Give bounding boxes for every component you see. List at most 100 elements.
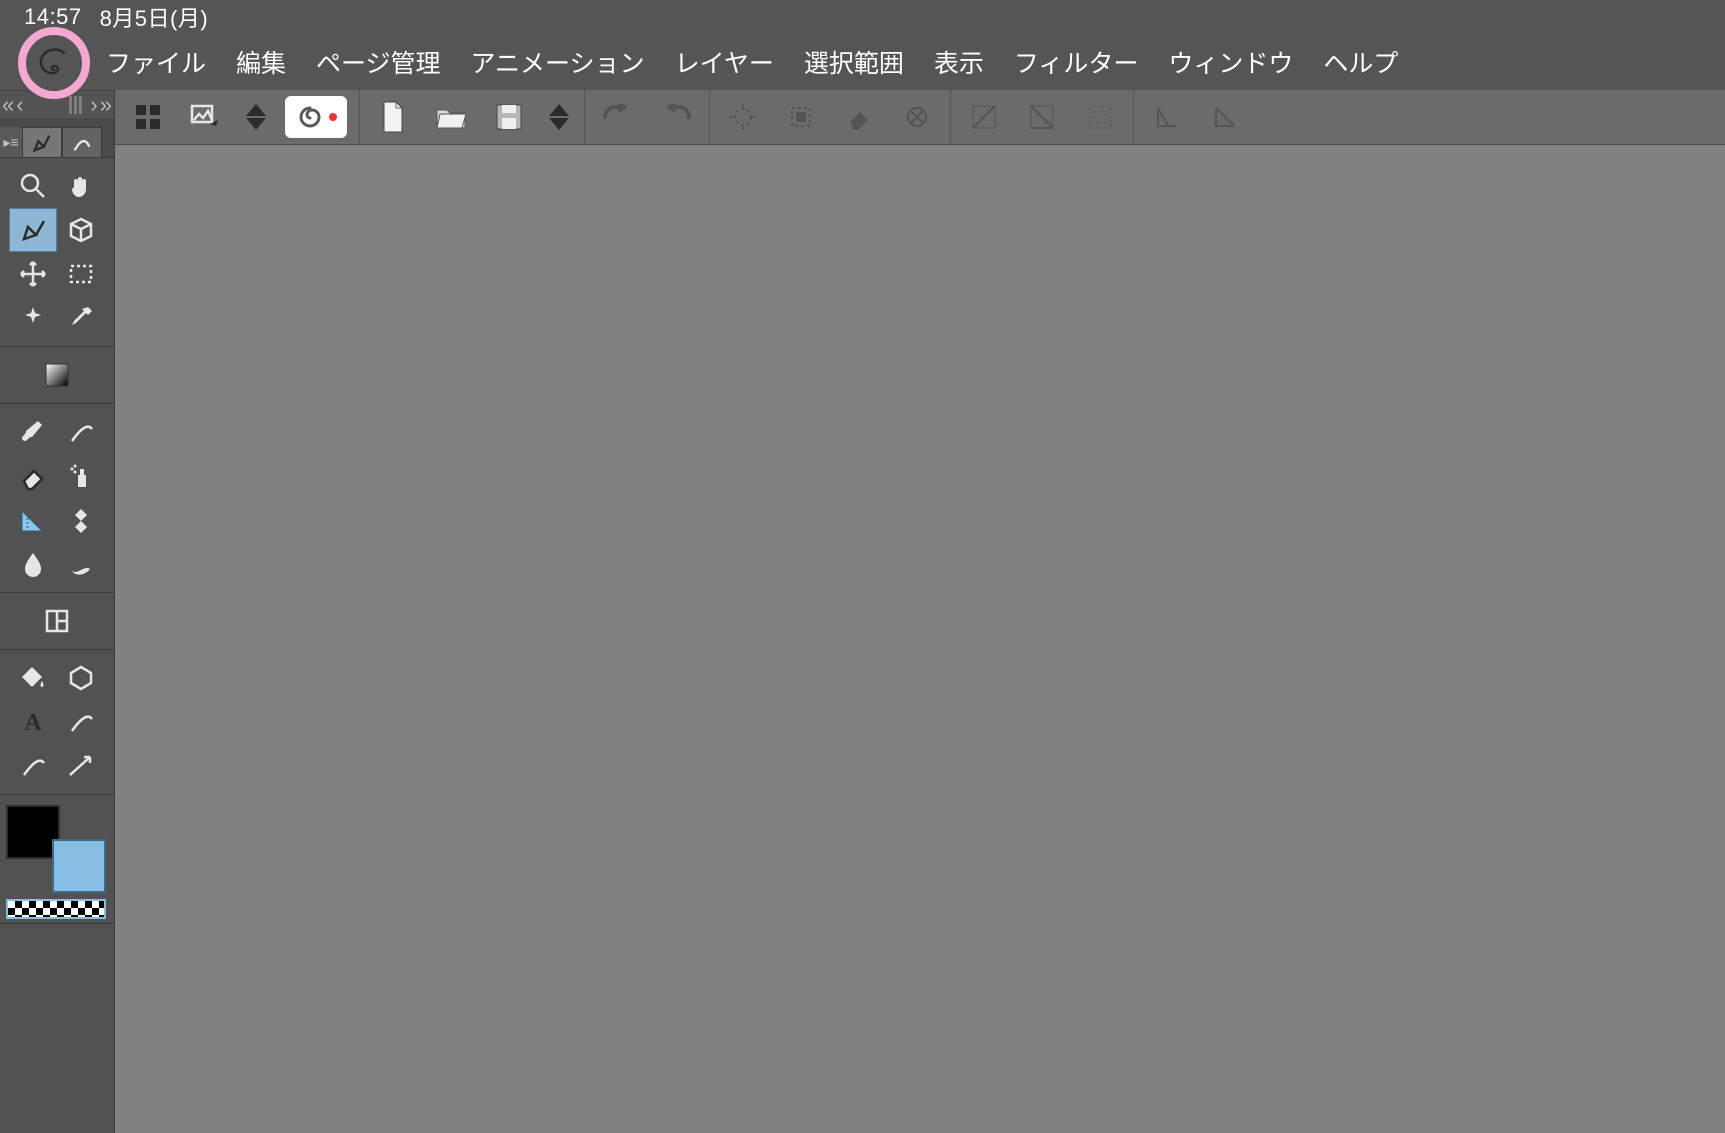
quick-share-button[interactable]	[185, 96, 227, 138]
blend-tool[interactable]	[57, 542, 105, 586]
hand-tool[interactable]	[57, 164, 105, 208]
redo-button[interactable]	[655, 96, 697, 138]
text-tool[interactable]: A	[9, 700, 57, 744]
menu-animation[interactable]: アニメーション	[471, 44, 645, 80]
pen-tool[interactable]	[9, 208, 57, 252]
zoom-tool[interactable]	[9, 164, 57, 208]
menu-help[interactable]: ヘルプ	[1323, 44, 1398, 80]
collapse-left-icon[interactable]: «	[2, 94, 14, 116]
deselect-button[interactable]	[722, 96, 764, 138]
status-date: 8月5日(月)	[100, 1, 209, 33]
menu-file[interactable]: ファイル	[106, 44, 206, 80]
grid-icon	[1085, 102, 1115, 132]
chevron-up-icon	[246, 104, 266, 116]
canvas-area[interactable]	[115, 145, 1725, 1133]
wand-sparkle-icon	[18, 303, 48, 333]
eraser-icon	[18, 461, 48, 491]
move-tool[interactable]	[9, 252, 57, 296]
levels-button[interactable]	[1021, 96, 1063, 138]
blur-tool[interactable]	[9, 542, 57, 586]
snap-border-button[interactable]	[1146, 96, 1188, 138]
brush-tool[interactable]	[9, 410, 57, 454]
app-logo-icon[interactable]	[34, 43, 74, 83]
snap-border-icon	[1152, 102, 1182, 132]
fill-tool[interactable]	[9, 656, 57, 700]
ruler-triangle-icon	[18, 505, 48, 535]
collapse-right-single-icon[interactable]: ›	[90, 94, 97, 116]
gradient-swatch[interactable]	[33, 353, 81, 397]
save-button[interactable]	[488, 96, 530, 138]
command-toolbar	[115, 90, 1725, 145]
spray-icon	[66, 461, 96, 491]
tool-block-gradient	[0, 347, 114, 404]
shape-tool[interactable]	[57, 656, 105, 700]
menu-window[interactable]: ウィンドウ	[1168, 44, 1293, 80]
balloon-tail-tool[interactable]	[57, 700, 105, 744]
stream-line-tool[interactable]	[57, 744, 105, 788]
clear-button[interactable]	[838, 96, 880, 138]
menu-view[interactable]: 表示	[934, 44, 984, 80]
snap-angle-icon	[1210, 102, 1240, 132]
chevron-up-icon	[549, 104, 569, 116]
save-stepper[interactable]	[546, 104, 572, 130]
four-squares-icon	[133, 102, 163, 132]
new-file-icon	[378, 100, 408, 134]
tail-brush-tool[interactable]	[57, 410, 105, 454]
marquee-tool[interactable]	[57, 252, 105, 296]
tool-tab-pen[interactable]	[22, 127, 62, 157]
new-file-button[interactable]	[372, 96, 414, 138]
airbrush-tool[interactable]	[57, 454, 105, 498]
saturated-line-tool[interactable]	[9, 744, 57, 788]
background-color-swatch[interactable]	[52, 839, 106, 893]
magic-wand-tool[interactable]	[9, 296, 57, 340]
clip-record-button[interactable]	[285, 96, 347, 138]
record-dot-icon	[329, 113, 337, 121]
object-3d-tool[interactable]	[57, 208, 105, 252]
menu-edit[interactable]: 編集	[236, 44, 286, 80]
undo-button[interactable]	[597, 96, 639, 138]
pen-nib-icon	[18, 215, 48, 245]
tab-menu-icon[interactable]: ▸≡	[0, 127, 22, 157]
grid-button[interactable]	[1079, 96, 1121, 138]
undo-icon	[601, 104, 635, 130]
canvas-size-stepper[interactable]	[243, 104, 269, 130]
menu-selection[interactable]: 選択範囲	[804, 44, 904, 80]
arrow-guide-icon	[66, 751, 96, 781]
tool-block-figure: A	[0, 650, 114, 795]
panel-frame-tool[interactable]	[33, 599, 81, 643]
snap-angle-button[interactable]	[1204, 96, 1246, 138]
brush-icon	[18, 417, 48, 447]
pattern-tool[interactable]	[57, 498, 105, 542]
collapse-right-icon[interactable]: »	[100, 94, 112, 116]
menu-page[interactable]: ページ管理	[316, 44, 441, 80]
crop-select-icon	[786, 102, 816, 132]
move-arrows-icon	[18, 259, 48, 289]
chevron-down-icon	[549, 118, 569, 130]
smudge-icon	[66, 549, 96, 579]
svg-text:A: A	[24, 710, 42, 736]
eyedropper-tool[interactable]	[57, 296, 105, 340]
diamond-grid-icon	[66, 505, 96, 535]
menu-layer[interactable]: レイヤー	[675, 44, 774, 80]
transparent-color-swatch[interactable]	[6, 899, 106, 919]
fill-selection-button[interactable]	[896, 96, 938, 138]
status-time: 14:57	[24, 4, 82, 30]
menu-filter[interactable]: フィルター	[1014, 44, 1139, 80]
curve-tail-icon	[66, 707, 96, 737]
spiral-icon	[295, 102, 325, 132]
menu-bar: ファイル 編集 ページ管理 アニメーション レイヤー 選択範囲 表示 フィルター…	[0, 33, 1725, 90]
clip-studio-start-button[interactable]	[127, 96, 169, 138]
chevron-down-icon	[246, 118, 266, 130]
deselect-icon	[728, 102, 758, 132]
tool-tab-curve[interactable]	[62, 127, 102, 157]
tool-tab-strip: ▸≡	[0, 120, 114, 158]
left-sidebar: « ‹ › » ▸≡	[0, 90, 115, 1133]
dashed-rect-icon	[66, 259, 96, 289]
open-file-button[interactable]	[430, 96, 472, 138]
tone-curve-button[interactable]	[963, 96, 1005, 138]
ruler-tool[interactable]	[9, 498, 57, 542]
color-swatches	[0, 795, 114, 924]
eraser-tool[interactable]	[9, 454, 57, 498]
select-crop-button[interactable]	[780, 96, 822, 138]
folder-open-icon	[434, 102, 468, 132]
